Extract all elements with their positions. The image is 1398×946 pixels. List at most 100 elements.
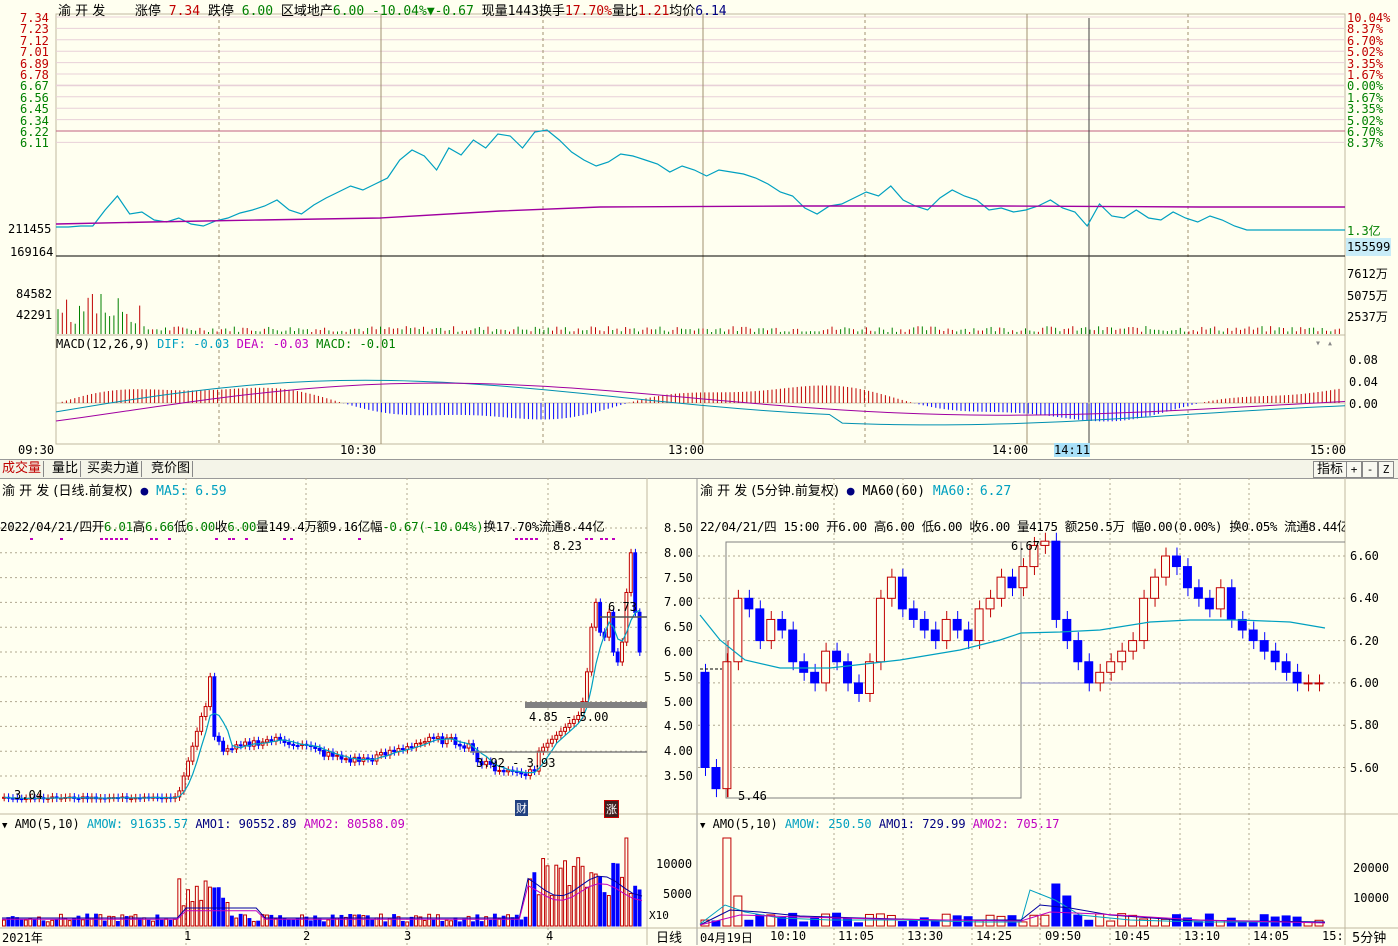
daily-amo-bar: [585, 886, 589, 927]
daily-amo-bar: [549, 894, 554, 927]
daily-amo-bar: [400, 920, 405, 927]
daily-candle: [585, 671, 589, 703]
signal-dot: [520, 538, 523, 540]
ma-toggle-icon[interactable]: ●: [141, 484, 149, 499]
m5-info-line: 22/04/21/四 15:00 开6.00 高6.00 低6.00 收6.00…: [700, 519, 1345, 534]
daily-amo-bar: [479, 921, 484, 927]
daily-amo-bar: [146, 919, 151, 927]
daily-amo-bar: [308, 920, 313, 927]
daily-amo-bar: [115, 921, 120, 927]
m5-amo-label: AMO(5,10): [712, 817, 778, 831]
daily-vol: 149.4万: [268, 519, 317, 534]
daily-amo-bar: [45, 921, 50, 927]
daily-amo-bar: [133, 914, 138, 927]
daily-price-tick: 7.00: [664, 595, 693, 610]
m5-candle: [1215, 587, 1225, 610]
signal-dot: [530, 538, 533, 540]
signal-dot: [525, 538, 528, 540]
daily-amo-bar: [370, 919, 375, 927]
daily-amo-bar: [155, 914, 160, 927]
daily-vol-label: 量: [256, 519, 269, 534]
daily-amo-bar: [50, 919, 55, 927]
daily-candle: [497, 769, 502, 772]
m5-candle: [996, 576, 1006, 599]
daily-amo-bar: [58, 913, 63, 927]
period-daily-button[interactable]: 日线: [656, 927, 682, 946]
m5-candle: [755, 608, 765, 642]
daily-candle: [501, 769, 506, 773]
m5-candle: [722, 661, 732, 790]
signal-dot: [245, 538, 248, 540]
daily-candle: [348, 758, 353, 763]
finance-badge[interactable]: 财: [515, 800, 528, 816]
daily-close: 6.00: [227, 519, 257, 534]
daily-amo-bar: [19, 919, 24, 927]
m5-candle: [777, 618, 787, 631]
m5-candle: [864, 661, 874, 694]
m5-amo-bar: [1215, 920, 1225, 927]
m5-candle: [810, 671, 820, 684]
daily-candle: [129, 797, 134, 800]
daily-candle: [286, 741, 291, 745]
daily-amo-bar: [41, 920, 46, 927]
signal-dot: [60, 538, 63, 540]
signal-dot: [215, 538, 218, 540]
daily-annot-high: 8.23: [553, 539, 582, 553]
ma60-toggle-icon[interactable]: ●: [847, 484, 855, 499]
signal-dot: [228, 538, 231, 540]
daily-price-tick: 6.00: [664, 645, 693, 659]
daily-amo1: AMO1: 90552.89: [195, 817, 297, 831]
daily-amo-bar: [54, 919, 59, 927]
m5-time-tick: 10:45: [1114, 929, 1151, 943]
m5-amo-collapse-icon[interactable]: ▼: [700, 821, 705, 831]
daily-amt: 9.16亿: [328, 519, 370, 534]
m5-time-tick: 14:05: [1253, 929, 1290, 943]
daily-amo-x10: X10: [649, 909, 669, 922]
signal-dot: [612, 538, 615, 540]
daily-amo-bar: [532, 872, 537, 927]
daily-candle: [611, 611, 616, 653]
amo-collapse-icon[interactable]: ▼: [2, 821, 7, 831]
daily-amo-bar: [492, 913, 497, 927]
daily-candle: [216, 735, 221, 742]
lower-charts[interactable]: [0, 0, 1398, 945]
daily-amo-bar: [427, 913, 432, 927]
m5-candle: [1051, 540, 1061, 620]
daily-candle: [317, 747, 322, 751]
daily-amo-bar: [593, 873, 598, 927]
daily-amo-bar: [611, 862, 616, 927]
signal-dot: [605, 538, 608, 540]
rise-badge[interactable]: 涨: [604, 800, 619, 818]
daily-candle: [265, 739, 269, 743]
period-5min-button[interactable]: 5分钟: [1352, 927, 1386, 946]
daily-candle: [620, 641, 624, 663]
daily-amo-label: AMO(5,10): [14, 817, 80, 831]
daily-amo-bar: [563, 860, 567, 927]
daily-amo-bar: [67, 920, 72, 927]
m5-amo-axis-1: 20000: [1353, 861, 1390, 875]
daily-amo-bar: [330, 914, 335, 927]
daily-amo-bar: [598, 876, 603, 927]
m5-price-tick: 6.60: [1350, 549, 1379, 563]
daily-amo-bar: [435, 914, 440, 927]
daily-candle: [545, 742, 550, 748]
daily-annot-gap2: 3.92 - 3.93: [476, 756, 556, 770]
daily-low: 6.00: [186, 519, 216, 534]
daily-amo-bar: [414, 915, 418, 927]
daily-date: 2022/04/21/四: [0, 519, 92, 534]
daily-amo-bar: [541, 858, 546, 927]
daily-candle: [541, 746, 546, 752]
m5-candle: [1007, 576, 1017, 589]
m5-candle: [1193, 587, 1203, 599]
daily-range-label: 幅: [369, 519, 383, 534]
m5-time-tick: 14:25: [976, 929, 1013, 943]
daily-high-label: 高: [132, 519, 146, 534]
m5-candle: [843, 661, 853, 684]
daily-amo-bar: [620, 876, 624, 927]
signal-dot: [30, 538, 33, 540]
daily-candle: [440, 736, 445, 745]
m5-time-tick: 15:: [1322, 929, 1344, 943]
daily-candle: [190, 745, 195, 762]
daily-amo-bar: [405, 921, 410, 927]
daily-gap-band: [525, 702, 647, 708]
